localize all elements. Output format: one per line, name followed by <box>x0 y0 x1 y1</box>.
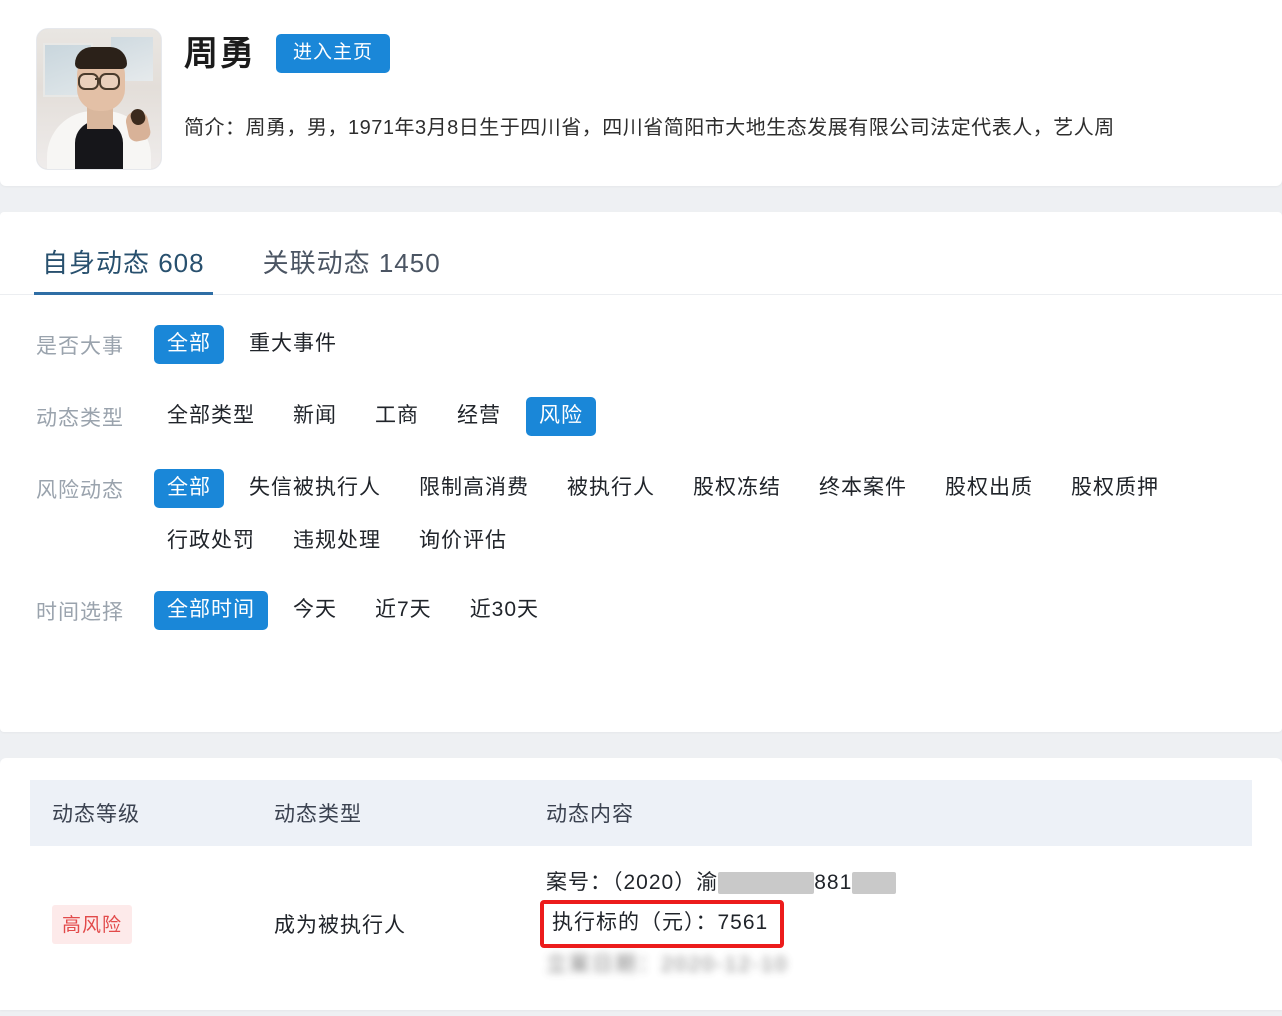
chip-risk-equity-freeze[interactable]: 股权冻结 <box>680 469 794 508</box>
filter-label-risk-dynamics: 风险动态 <box>36 479 124 502</box>
filter-label-major-event: 是否大事 <box>36 335 124 358</box>
chip-risk-administrative-penalty[interactable]: 行政处罚 <box>154 522 268 561</box>
chip-risk-dishonest-debtor[interactable]: 失信被执行人 <box>236 469 394 508</box>
results-panel: 动态等级 动态类型 动态内容 高风险 成为被执行人 案号：（2020）渝 881… <box>0 758 1282 1010</box>
table-head: 动态等级 动态类型 动态内容 <box>30 780 1252 846</box>
chip-type-risk[interactable]: 风险 <box>526 397 596 437</box>
tab-self-dynamics[interactable]: 自身动态 608 <box>34 243 213 295</box>
chip-type-business[interactable]: 工商 <box>362 397 432 436</box>
enter-homepage-button[interactable]: 进入主页 <box>276 34 391 73</box>
table-header-row: 动态等级 动态类型 动态内容 <box>30 780 1252 846</box>
tab-bar: 自身动态 608 关联动态 1450 <box>0 212 1282 295</box>
highlighted-amount: 执行标的（元）：7561 <box>540 900 785 948</box>
column-header-type: 动态类型 <box>252 780 524 846</box>
filter-row-risk-dynamics: 风险动态 全部 失信被执行人 限制高消费 被执行人 股权冻结 终本案件 股权出质… <box>0 469 1282 561</box>
tab-related-dynamics[interactable]: 关联动态 1450 <box>255 243 449 294</box>
profile-name-row: 周勇 进入主页 <box>184 34 1282 73</box>
filter-chips-dynamic-type: 全部类型 新闻 工商 经营 风险 <box>154 397 1282 437</box>
profile-header: 周勇 进入主页 简介：周勇，男，1971年3月8日生于四川省，四川省简阳市大地生… <box>0 0 1282 186</box>
table-body: 高风险 成为被执行人 案号：（2020）渝 881 执行标的（元）：7561 立… <box>30 846 1252 1002</box>
chip-type-all[interactable]: 全部类型 <box>154 397 268 436</box>
avatar-wrapper <box>36 28 162 170</box>
case-number-prefix: （2020）渝 <box>612 871 719 894</box>
redacted-block <box>852 872 897 895</box>
content-line-amount: 执行标的（元）：7561 <box>540 900 1252 948</box>
filter-label-time-range: 时间选择 <box>36 601 124 625</box>
case-number-label: 案号： <box>546 871 612 894</box>
column-header-content: 动态内容 <box>524 780 1252 846</box>
chip-time-today[interactable]: 今天 <box>280 591 350 630</box>
filter-panel: 自身动态 608 关联动态 1450 是否大事 全部 重大事件 动态类型 全部类… <box>0 212 1282 732</box>
table-row[interactable]: 高风险 成为被执行人 案号：（2020）渝 881 执行标的（元）：7561 立… <box>30 846 1252 1002</box>
chip-major-event-major[interactable]: 重大事件 <box>236 325 350 364</box>
cell-content: 案号：（2020）渝 881 执行标的（元）：7561 立案日期：2020-12… <box>524 846 1252 1002</box>
profile-info: 周勇 进入主页 简介：周勇，男，1971年3月8日生于四川省，四川省简阳市大地生… <box>184 0 1282 140</box>
avatar-photo-glasses-right <box>99 73 120 90</box>
chip-risk-closed-case[interactable]: 终本案件 <box>806 469 920 508</box>
content-line-blurred: 立案日期：2020-12-10 <box>546 948 1252 982</box>
chip-type-operation[interactable]: 经营 <box>444 397 514 436</box>
chip-risk-equity-pledge-out[interactable]: 股权出质 <box>932 469 1046 508</box>
chip-risk-all[interactable]: 全部 <box>154 469 224 509</box>
avatar-photo-hair <box>75 47 127 69</box>
content-line-case-number: 案号：（2020）渝 881 <box>546 866 1252 900</box>
filter-row-time-range: 时间选择 全部时间 今天 近7天 近30天 <box>0 591 1282 633</box>
chip-time-all[interactable]: 全部时间 <box>154 591 268 631</box>
page-title: 周勇 <box>184 34 256 73</box>
filter-chips-major-event: 全部 重大事件 <box>154 325 1282 365</box>
column-header-level: 动态等级 <box>30 780 252 846</box>
filter-label-dynamic-type: 动态类型 <box>36 407 124 430</box>
avatar-photo-glasses-bridge <box>95 78 101 80</box>
profile-description: 简介：周勇，男，1971年3月8日生于四川省，四川省简阳市大地生态发展有限公司法… <box>184 117 1115 139</box>
chip-risk-price-inquiry-evaluation[interactable]: 询价评估 <box>406 522 520 561</box>
chip-major-event-all[interactable]: 全部 <box>154 325 224 365</box>
status-badge: 高风险 <box>52 904 133 944</box>
chip-risk-person-subject-to-enforcement[interactable]: 被执行人 <box>554 469 668 508</box>
chip-type-news[interactable]: 新闻 <box>280 397 350 436</box>
filter-chips-risk-dynamics: 全部 失信被执行人 限制高消费 被执行人 股权冻结 终本案件 股权出质 股权质押… <box>154 469 1282 561</box>
avatar-photo-glasses-left <box>78 73 99 90</box>
filter-row-dynamic-type: 动态类型 全部类型 新闻 工商 经营 风险 <box>0 397 1282 439</box>
chip-risk-equity-pledge[interactable]: 股权质押 <box>1058 469 1172 508</box>
avatar[interactable] <box>36 28 162 170</box>
chip-time-last-7-days[interactable]: 近7天 <box>362 591 445 630</box>
cell-level: 高风险 <box>30 846 252 1002</box>
blurred-text: 立案日期：2020-12-10 <box>546 953 789 976</box>
filter-row-major-event: 是否大事 全部 重大事件 <box>0 325 1282 367</box>
filter-chips-time-range: 全部时间 今天 近7天 近30天 <box>154 591 1282 631</box>
cell-type: 成为被执行人 <box>274 914 406 937</box>
chip-risk-consumption-restriction[interactable]: 限制高消费 <box>406 469 542 508</box>
chip-time-last-30-days[interactable]: 近30天 <box>457 591 552 630</box>
redacted-block <box>718 872 815 895</box>
case-number-fragment: 881 <box>814 871 853 894</box>
chip-risk-violation-handling[interactable]: 违规处理 <box>280 522 394 561</box>
dynamics-table: 动态等级 动态类型 动态内容 高风险 成为被执行人 案号：（2020）渝 881… <box>30 780 1252 1002</box>
